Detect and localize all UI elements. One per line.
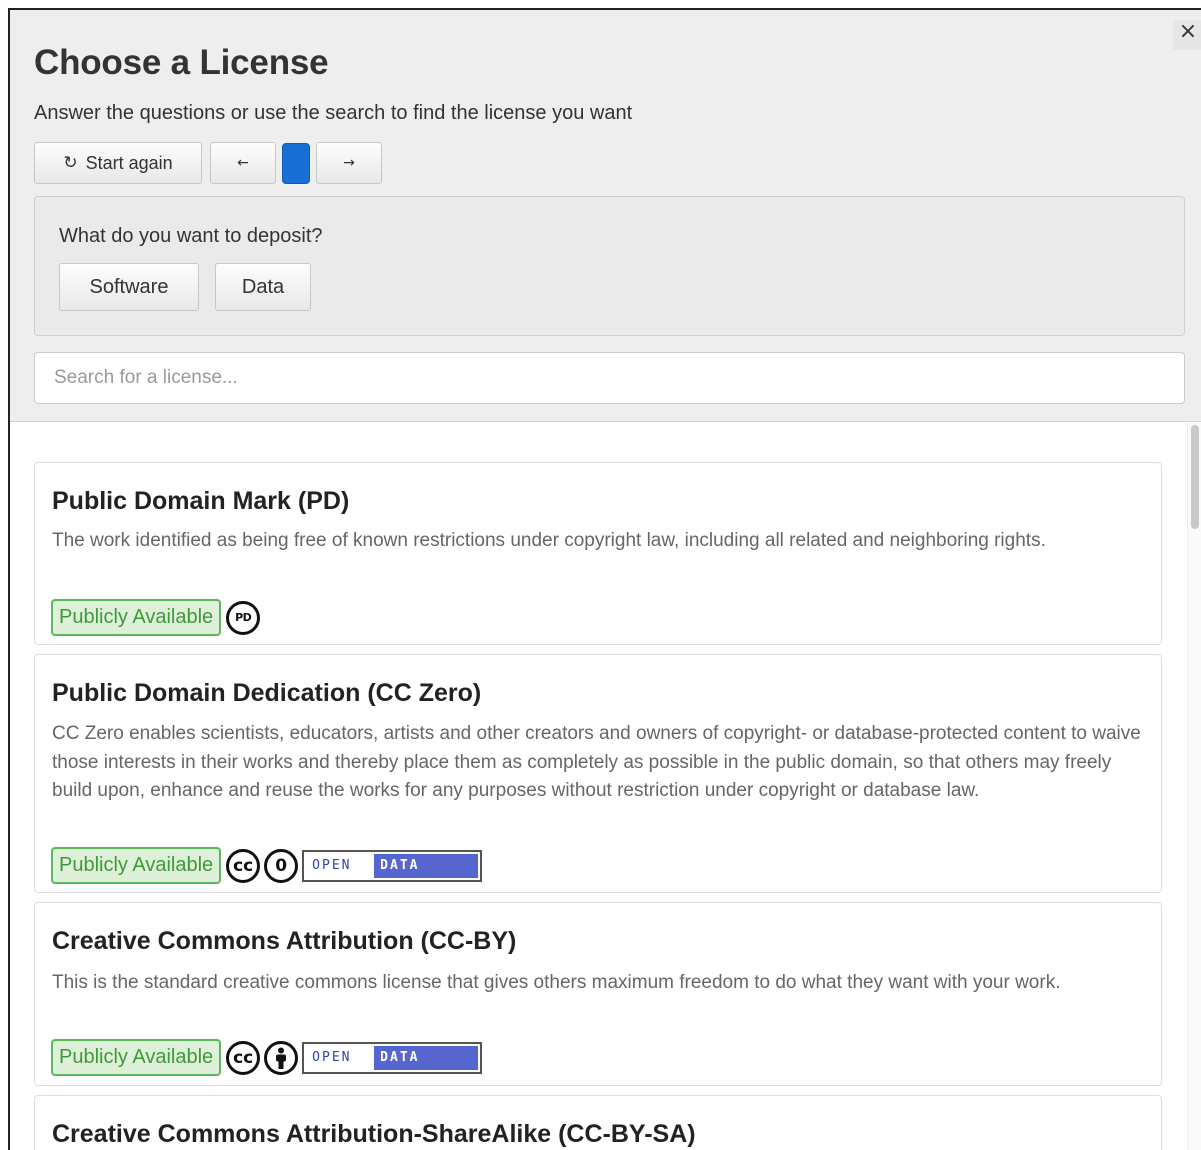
dialog-subtitle: Answer the questions or use the search t… <box>34 102 633 124</box>
data-option-button[interactable]: Data <box>215 263 311 311</box>
license-description: CC Zero enables scientists, educators, a… <box>52 723 1141 801</box>
open-data-open-text: OPEN <box>312 858 352 873</box>
open-data-badge: OPEN DATA <box>302 849 483 882</box>
pd-icon: PD <box>226 600 261 635</box>
license-name: Creative Commons Attribution (CC-BY) <box>52 927 517 955</box>
license-name: Public Domain Dedication (CC Zero) <box>52 679 482 707</box>
cc-icon: cc <box>226 848 261 883</box>
software-option-button[interactable]: Software <box>59 263 199 311</box>
license-list: Public Domain Mark (PD) The work identif… <box>10 423 1201 1150</box>
arrow-right-icon: → <box>343 155 355 171</box>
availability-badge: Publicly Available <box>51 1039 222 1076</box>
availability-badge: Publicly Available <box>51 599 222 636</box>
arrow-left-icon: ← <box>237 155 249 171</box>
question-panel: What do you want to deposit? Software Da… <box>34 196 1185 336</box>
dialog-header-panel: × Choose a License Answer the questions … <box>10 10 1201 422</box>
license-card-cc-by[interactable]: Creative Commons Attribution (CC-BY) Thi… <box>34 902 1162 1086</box>
open-data-data-text: DATA <box>374 853 479 878</box>
availability-badge: Publicly Available <box>51 847 222 884</box>
license-search-input[interactable] <box>34 352 1185 404</box>
open-data-badge: OPEN DATA <box>302 1041 483 1074</box>
license-description: The work identified as being free of kno… <box>52 530 1046 551</box>
cc-icon: cc <box>226 1040 261 1075</box>
close-button[interactable]: × <box>1173 20 1201 50</box>
license-badges: Publicly Available cc 0 OPEN DATA <box>51 847 483 884</box>
refresh-icon: ↻ <box>63 153 78 173</box>
license-name: Public Domain Mark (PD) <box>52 487 350 515</box>
list-scrollbar[interactable] <box>1187 423 1201 1150</box>
license-badges: Publicly Available cc OPEN DATA <box>51 1039 483 1076</box>
zero-icon: 0 <box>264 848 299 883</box>
scrollbar-thumb[interactable] <box>1191 425 1199 529</box>
license-chooser-dialog: × Choose a License Answer the questions … <box>8 8 1201 1150</box>
dialog-title: Choose a License <box>34 43 329 82</box>
license-card-pd[interactable]: Public Domain Mark (PD) The work identif… <box>34 462 1162 645</box>
attribution-icon <box>264 1040 299 1075</box>
next-step-button[interactable]: → <box>316 142 382 184</box>
step-progress-indicator <box>282 143 310 184</box>
question-text: What do you want to deposit? <box>59 225 323 247</box>
open-data-data-text: DATA <box>374 1045 479 1070</box>
license-card-cc-by-sa[interactable]: Creative Commons Attribution-ShareAlike … <box>34 1095 1162 1150</box>
license-name: Creative Commons Attribution-ShareAlike … <box>52 1120 696 1148</box>
previous-step-button[interactable]: ← <box>210 142 276 184</box>
start-again-button[interactable]: ↻ Start again <box>34 142 202 184</box>
license-card-cc-zero[interactable]: Public Domain Dedication (CC Zero) CC Ze… <box>34 654 1162 893</box>
start-again-label: Start again <box>85 152 173 173</box>
license-badges: Publicly Available PD <box>51 599 264 636</box>
license-description: This is the standard creative commons li… <box>52 972 1061 993</box>
open-data-open-text: OPEN <box>312 1050 352 1065</box>
